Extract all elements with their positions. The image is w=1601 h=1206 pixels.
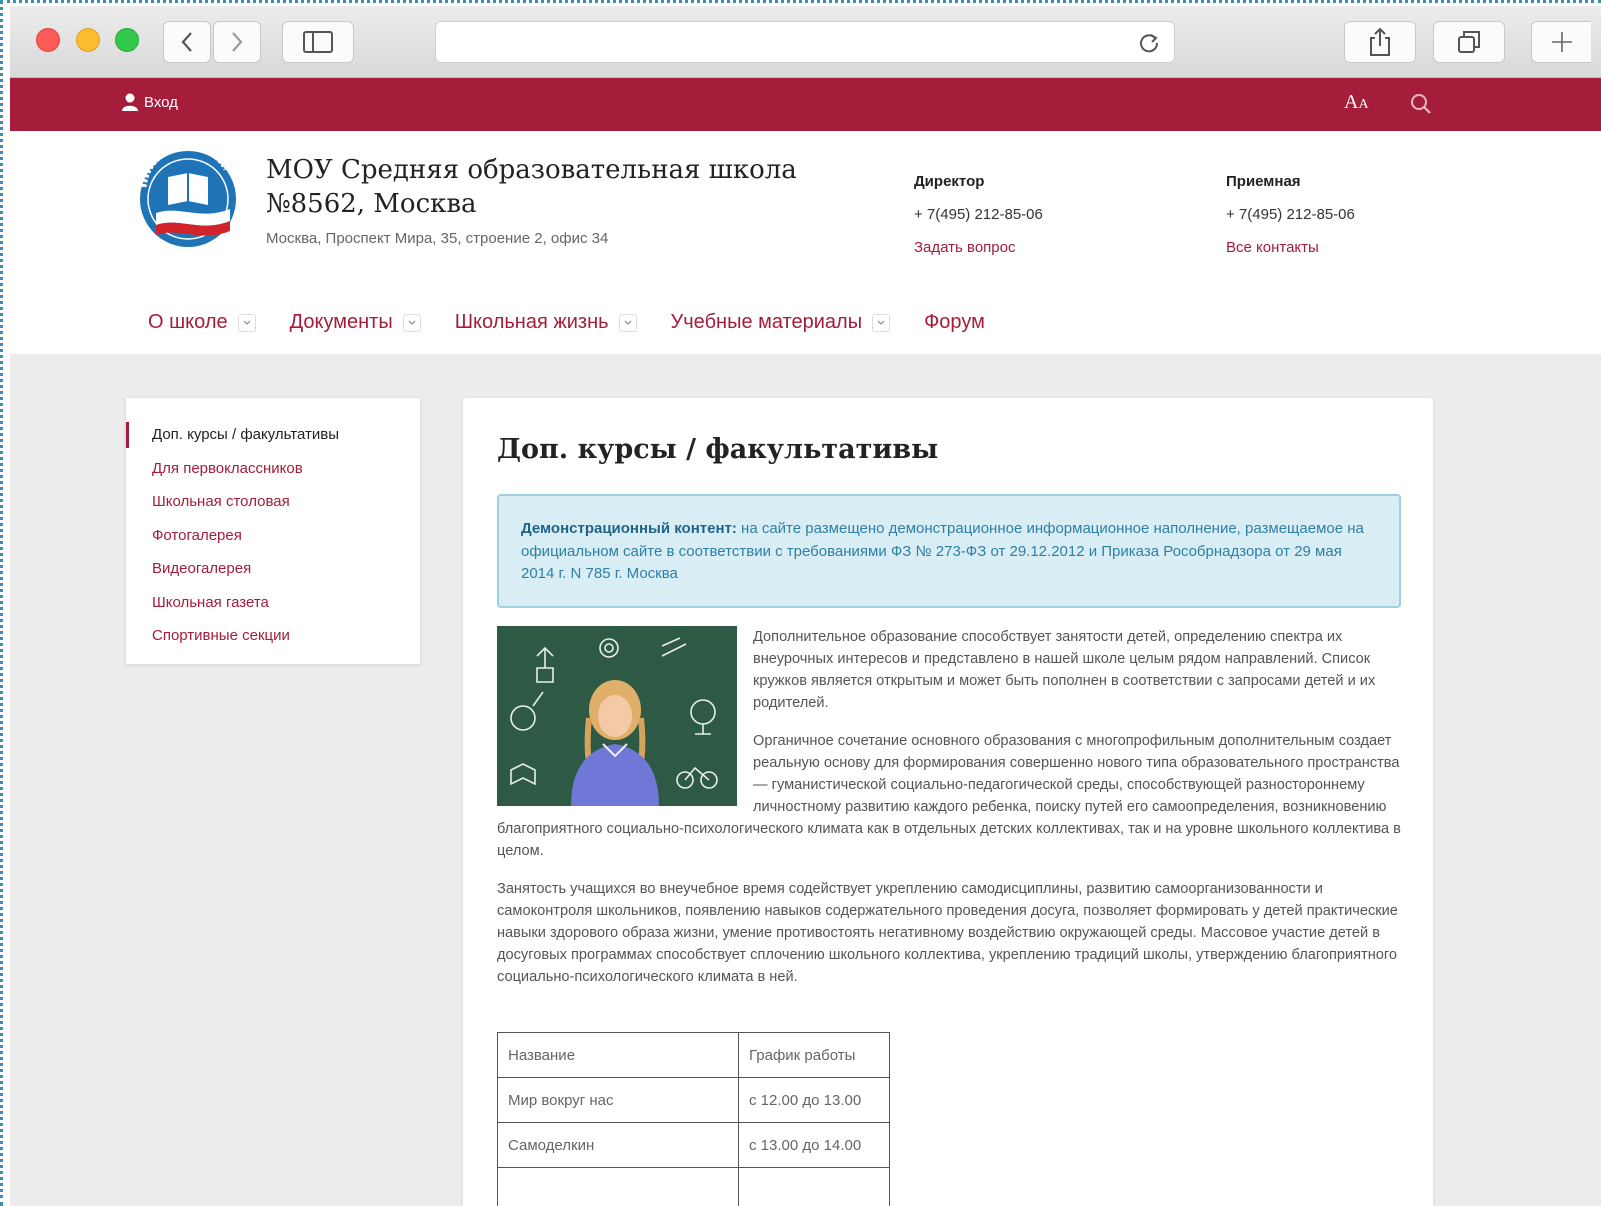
plus-icon — [1551, 32, 1572, 52]
notice-bold: Демонстрационный контент: — [521, 520, 737, 537]
sidebar-item-first-graders[interactable]: Для первоклассников — [126, 452, 420, 486]
chevron-down-icon[interactable] — [872, 313, 891, 332]
minimize-window-button[interactable] — [76, 28, 100, 52]
sidebar-item-newspaper[interactable]: Школьная газета — [126, 586, 420, 620]
nav-item-label: О школе — [148, 311, 228, 333]
sidebar-icon — [303, 31, 333, 53]
reception-phone: + 7(495) 212-85-06 — [1226, 206, 1355, 223]
chevron-down-icon[interactable] — [618, 313, 637, 332]
nav-item-about[interactable]: О школе — [148, 311, 256, 334]
reload-icon[interactable] — [1138, 32, 1160, 54]
table-cell — [738, 1167, 890, 1206]
table-row — [497, 1167, 890, 1206]
nav-item-forum[interactable]: Форум — [924, 311, 985, 334]
page-title: Доп. курсы / факультативы — [497, 434, 939, 465]
main-area: Доп. курсы / факультативы Для первокласс… — [10, 354, 1601, 1206]
share-button[interactable] — [1344, 21, 1416, 63]
tabs-overview-button[interactable] — [1433, 21, 1505, 63]
login-link[interactable]: Вход — [122, 93, 178, 111]
sidebar-item-video-gallery[interactable]: Видеогалерея — [126, 552, 420, 586]
ask-question-link[interactable]: Задать вопрос — [914, 239, 1043, 256]
nav-item-label: Документы — [289, 311, 393, 333]
new-tab-button[interactable] — [1531, 21, 1591, 63]
table-header-cell: Название — [497, 1032, 739, 1078]
school-name[interactable]: МОУ Средняя образовательная школа №8562,… — [266, 153, 826, 221]
zoom-window-button[interactable] — [115, 28, 139, 52]
search-icon[interactable] — [1410, 93, 1432, 115]
close-window-button[interactable] — [36, 28, 60, 52]
site-header: МОУ Средняя образовательная школа №8562,… — [10, 131, 1601, 354]
sidebar-item-courses[interactable]: Доп. курсы / факультативы — [126, 418, 420, 452]
content-panel: Доп. курсы / факультативы Демонстрационн… — [463, 398, 1433, 1206]
chevron-down-icon[interactable] — [402, 313, 421, 332]
reception-title: Приемная — [1226, 173, 1301, 190]
sidebar-item-sports[interactable]: Спортивные секции — [126, 619, 420, 653]
girl-chalkboard-image — [497, 626, 737, 806]
forward-button[interactable] — [213, 21, 261, 63]
table-row: Мир вокруг нас с 12.00 до 13.00 — [497, 1077, 890, 1123]
director-phone: + 7(495) 212-85-06 — [914, 206, 1043, 223]
back-button[interactable] — [163, 21, 211, 63]
sidebar-item-canteen[interactable]: Школьная столовая — [126, 485, 420, 519]
table-cell: с 12.00 до 13.00 — [738, 1077, 890, 1123]
director-title: Директор — [914, 173, 985, 190]
nav-item-label: Учебные материалы — [670, 311, 863, 333]
demo-notice: Демонстрационный контент: на сайте разме… — [497, 494, 1401, 608]
paragraph: Занятость учащихся во внеучебное время с… — [497, 881, 1398, 985]
user-icon — [122, 93, 138, 111]
all-contacts-link[interactable]: Все контакты — [1226, 239, 1355, 256]
table-header-row: Название График работы — [497, 1032, 890, 1078]
sidebar: Доп. курсы / факультативы Для первокласс… — [126, 398, 420, 664]
font-size-small-glyph: A — [1358, 97, 1369, 112]
nav-item-label: Форум — [924, 311, 985, 333]
school-logo[interactable] — [130, 147, 242, 251]
nav-item-label: Школьная жизнь — [454, 311, 609, 333]
font-size-toggle[interactable]: AA — [1344, 91, 1369, 114]
site-topbar: Вход AA — [10, 78, 1601, 131]
address-bar[interactable] — [435, 21, 1175, 63]
nav-item-documents[interactable]: Документы — [290, 311, 421, 334]
table-row: Самоделкин с 13.00 до 14.00 — [497, 1122, 890, 1168]
table-cell — [497, 1167, 739, 1206]
chevron-right-icon — [232, 32, 243, 52]
font-size-big-glyph: A — [1344, 91, 1359, 113]
reception-contact: Приемная + 7(495) 212-85-06 Все контакты — [1226, 173, 1355, 256]
chevron-left-icon — [181, 32, 192, 52]
nav-item-materials[interactable]: Учебные материалы — [671, 311, 891, 334]
schedule-table: Название График работы Мир вокруг нас с … — [497, 1032, 890, 1206]
main-nav: О школе Документы Школьная жизнь Учебные… — [148, 311, 1019, 334]
tabs-icon — [1458, 31, 1480, 53]
sidebar-toggle-button[interactable] — [282, 21, 354, 63]
share-icon — [1370, 27, 1390, 56]
chevron-down-icon[interactable] — [237, 313, 256, 332]
browser-toolbar — [10, 6, 1601, 78]
table-cell: с 13.00 до 14.00 — [738, 1122, 890, 1168]
director-contact: Директор + 7(495) 212-85-06 Задать вопро… — [914, 173, 1043, 256]
nav-item-school-life[interactable]: Школьная жизнь — [455, 311, 637, 334]
table-cell: Мир вокруг нас — [497, 1077, 739, 1123]
table-cell: Самоделкин — [497, 1122, 739, 1168]
school-address: Москва, Проспект Мира, 35, строение 2, о… — [266, 230, 609, 247]
login-label: Вход — [144, 93, 178, 111]
sidebar-item-photo-gallery[interactable]: Фотогалерея — [126, 519, 420, 553]
table-header-cell: График работы — [738, 1032, 890, 1078]
